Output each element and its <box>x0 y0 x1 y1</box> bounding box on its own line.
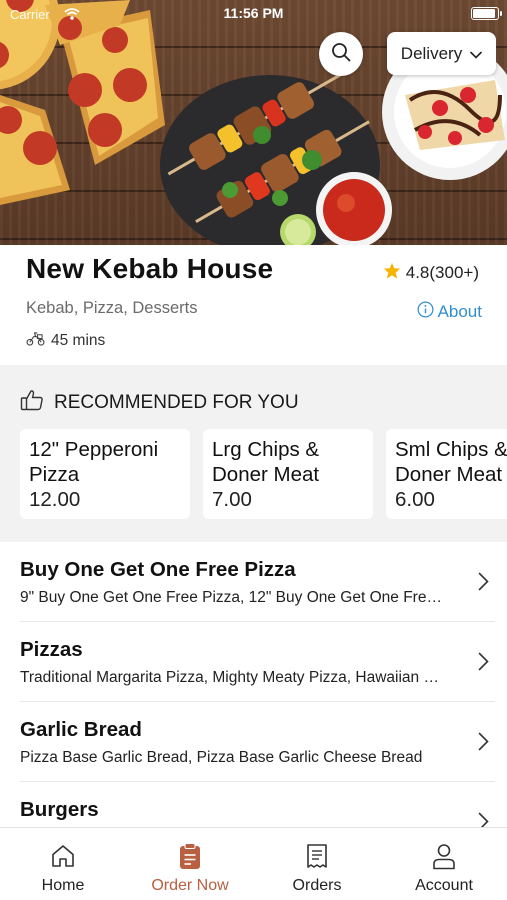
scooter-icon <box>26 331 45 351</box>
search-button[interactable] <box>319 32 363 76</box>
recommended-item-name: Lrg Chips & Doner Meat <box>212 438 320 486</box>
tab-label: Order Now <box>151 877 229 894</box>
category-title: Buy One Get One Free Pizza <box>20 558 296 581</box>
chevron-right-icon <box>478 732 489 756</box>
recommended-item-price: 7.00 <box>212 488 252 511</box>
menu-category-row[interactable]: Pizzas Traditional Margarita Pizza, Migh… <box>0 622 507 702</box>
tab-label: Account <box>415 877 473 894</box>
tab-label: Home <box>41 877 85 894</box>
category-description: Traditional Margarita Pizza, Mighty Meat… <box>20 669 445 686</box>
recommended-item-card[interactable]: Lrg Chips & Doner Meat 7.00 <box>203 429 373 519</box>
restaurant-name: New Kebab House <box>26 253 274 284</box>
recommended-item-name: 12" Pepperoni Pizza <box>29 438 159 486</box>
rating-value: 4.8(300+) <box>405 263 479 282</box>
recommended-item-card[interactable]: 12" Pepperoni Pizza 12.00 <box>20 429 190 519</box>
about-link[interactable]: About <box>417 301 482 323</box>
delivery-time-value: 45 mins <box>51 332 106 349</box>
chevron-right-icon <box>478 652 489 676</box>
tab-label: Orders <box>292 877 342 894</box>
info-icon <box>417 301 434 323</box>
menu-category-list: Buy One Get One Free Pizza 9" Buy One Ge… <box>0 542 507 827</box>
rating-badge: 4.8(300+) <box>383 262 479 284</box>
search-icon <box>331 42 351 67</box>
battery-icon <box>471 7 502 20</box>
delivery-mode-dropdown[interactable]: Delivery <box>387 32 496 75</box>
menu-category-row[interactable]: Garlic Bread Pizza Base Garlic Bread, Pi… <box>0 702 507 782</box>
thumbs-up-icon <box>20 389 44 417</box>
tab-orders[interactable]: Orders <box>254 828 380 900</box>
category-description: 9" Buy One Get One Free Pizza, 12" Buy O… <box>20 589 445 606</box>
restaurant-info: New Kebab House 4.8(300+) Kebab, Pizza, … <box>0 245 507 365</box>
recommended-item-price: 12.00 <box>29 488 81 511</box>
clock-time: 11:56 PM <box>223 5 284 21</box>
recommended-section: RECOMMENDED FOR YOU 12" Pepperoni Pizza … <box>0 365 507 542</box>
recommended-item-price: 6.00 <box>395 488 435 511</box>
hero-banner-image: Carrier 11:56 PM Delivery <box>0 0 507 245</box>
category-title: Burgers <box>20 798 99 821</box>
menu-category-row[interactable]: Burgers <box>0 782 507 827</box>
bottom-tab-bar: Home Order Now Orders Account <box>0 827 507 900</box>
recommended-item-name: Sml Chips & Doner Meat <box>395 438 507 486</box>
chevron-right-icon <box>478 572 489 596</box>
category-title: Garlic Bread <box>20 718 142 741</box>
menu-category-row[interactable]: Buy One Get One Free Pizza 9" Buy One Ge… <box>0 542 507 622</box>
about-label: About <box>437 302 482 321</box>
tab-home[interactable]: Home <box>0 828 126 900</box>
home-icon <box>50 843 76 874</box>
recommended-header: RECOMMENDED FOR YOU <box>20 389 299 417</box>
receipt-icon <box>305 843 329 874</box>
category-title: Pizzas <box>20 638 83 661</box>
category-description: Pizza Base Garlic Bread, Pizza Base Garl… <box>20 749 423 766</box>
tab-order-now[interactable]: Order Now <box>127 828 253 900</box>
chevron-down-icon <box>470 44 483 64</box>
cuisine-tags: Kebab, Pizza, Desserts <box>26 299 198 317</box>
delivery-mode-label: Delivery <box>400 43 463 63</box>
tab-account[interactable]: Account <box>381 828 507 900</box>
recommended-item-card[interactable]: Sml Chips & Doner Meat 6.00 <box>386 429 507 519</box>
star-icon <box>383 262 401 284</box>
status-bar: Carrier 11:56 PM <box>0 0 507 28</box>
recommended-title: RECOMMENDED FOR YOU <box>54 392 299 413</box>
person-icon <box>432 843 456 875</box>
order-bag-icon <box>179 843 201 875</box>
delivery-time: 45 mins <box>26 331 105 351</box>
chevron-right-icon <box>478 812 489 827</box>
